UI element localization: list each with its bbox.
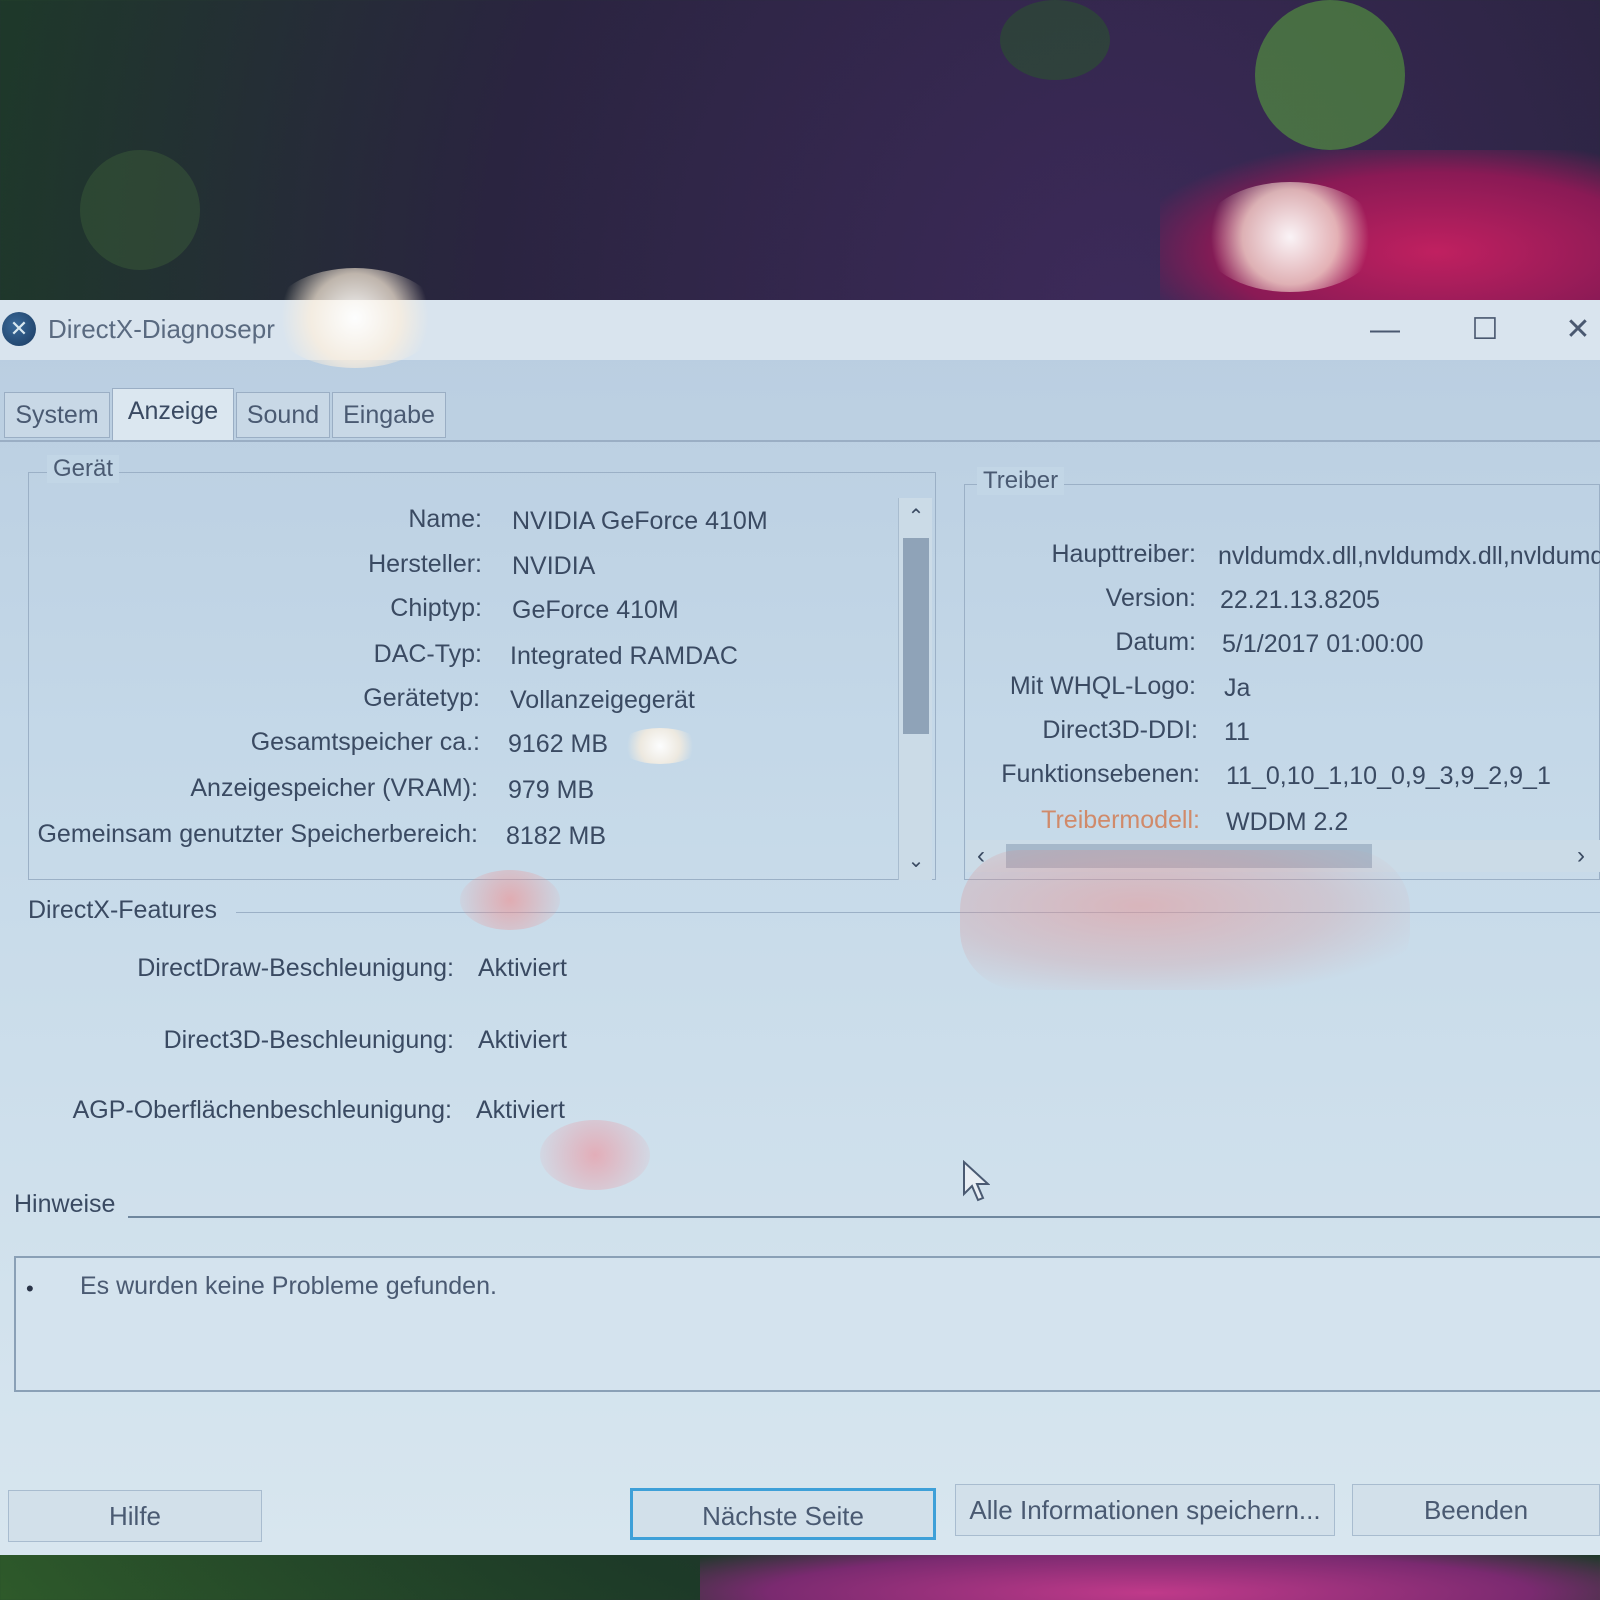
main-driver-label: Haupttreiber: xyxy=(1051,540,1196,568)
direct3d-ddi-value: 11 xyxy=(1224,718,1250,746)
tab-system[interactable]: System xyxy=(4,392,110,438)
window-title: DirectX-Diagnosepr xyxy=(48,314,275,344)
bullet-icon: • xyxy=(26,1276,34,1301)
background-bokeh xyxy=(1255,0,1405,150)
directx-features-title: DirectX-Features xyxy=(28,896,217,924)
direct3d-accel-value: Aktiviert xyxy=(478,1026,567,1054)
scroll-right-icon[interactable]: › xyxy=(1566,840,1596,872)
device-type-value: Vollanzeigegerät xyxy=(510,686,695,714)
driver-version-value: 22.21.13.8205 xyxy=(1220,586,1380,614)
whql-logo-value: Ja xyxy=(1224,674,1251,702)
minimize-button[interactable]: — xyxy=(1355,310,1415,350)
device-name-label: Name: xyxy=(408,505,482,533)
section-divider xyxy=(128,1216,1600,1218)
device-group: Gerät xyxy=(28,455,936,880)
shared-memory-label: Gemeinsam genutzter Speicherbereich: xyxy=(37,820,478,848)
device-group-legend: Gerät xyxy=(47,455,120,483)
vram-label: Anzeigespeicher (VRAM): xyxy=(190,774,478,802)
dac-type-label: DAC-Typ: xyxy=(373,640,482,668)
total-memory-label: Gesamtspeicher ca.: xyxy=(250,728,480,756)
tab-panel-divider xyxy=(0,440,1600,442)
direct3d-ddi-label: Direct3D-DDI: xyxy=(1042,716,1198,744)
screen-glare xyxy=(620,728,700,764)
finger-reflection xyxy=(460,870,560,930)
maximize-button[interactable]: ☐ xyxy=(1455,310,1515,350)
mouse-cursor-icon xyxy=(963,1160,990,1202)
driver-model-value: WDDM 2.2 xyxy=(1226,808,1349,836)
vram-value: 979 MB xyxy=(508,776,595,804)
main-driver-value: nvldumdx.dll,nvldumdx.dll,nvldumd xyxy=(1218,542,1600,570)
finger-reflection xyxy=(540,1120,650,1190)
chip-type-value: GeForce 410M xyxy=(512,596,679,624)
help-button[interactable]: Hilfe xyxy=(8,1490,262,1542)
screen-glare xyxy=(270,268,440,368)
feature-levels-label: Funktionsebenen: xyxy=(1001,760,1200,788)
tab-eingabe[interactable]: Eingabe xyxy=(332,392,446,438)
agp-accel-label: AGP-Oberflächenbeschleunigung: xyxy=(72,1096,452,1124)
directdraw-label: DirectDraw-Beschleunigung: xyxy=(137,954,454,982)
driver-version-label: Version: xyxy=(1105,584,1196,612)
screen-glare xyxy=(1200,182,1380,292)
exit-button[interactable]: Beenden xyxy=(1352,1484,1600,1536)
tab-sound[interactable]: Sound xyxy=(236,392,330,438)
feature-levels-value: 11_0,10_1,10_0,9_3,9_2,9_1 xyxy=(1226,762,1551,790)
close-button[interactable]: ✕ xyxy=(1548,310,1600,350)
next-page-button[interactable]: Nächste Seite xyxy=(630,1488,936,1540)
device-type-label: Gerätetyp: xyxy=(363,684,480,712)
manufacturer-label: Hersteller: xyxy=(368,550,482,578)
notes-box[interactable]: • Es wurden keine Probleme gefunden. xyxy=(14,1256,1600,1392)
direct3d-accel-label: Direct3D-Beschleunigung: xyxy=(163,1026,454,1054)
background-bokeh xyxy=(80,150,200,270)
scrollbar-thumb[interactable] xyxy=(903,538,929,734)
total-memory-value: 9162 MB xyxy=(508,730,609,758)
notes-title: Hinweise xyxy=(14,1190,116,1218)
agp-accel-value: Aktiviert xyxy=(476,1096,565,1124)
whql-logo-label: Mit WHQL-Logo: xyxy=(1009,672,1196,700)
title-bar[interactable]: ✕ DirectX-Diagnosepr — ☐ ✕ xyxy=(0,300,1600,360)
directdraw-value: Aktiviert xyxy=(478,954,567,982)
driver-date-label: Datum: xyxy=(1115,628,1196,656)
driver-group-legend: Treiber xyxy=(977,467,1065,495)
hand-reflection xyxy=(960,850,1410,990)
save-all-info-button[interactable]: Alle Informationen speichern... xyxy=(955,1484,1335,1536)
directx-icon: ✕ xyxy=(2,312,36,346)
device-vertical-scrollbar[interactable]: ⌃ ⌄ xyxy=(898,498,932,880)
driver-date-value: 5/1/2017 01:00:00 xyxy=(1222,630,1424,658)
tab-anzeige[interactable]: Anzeige xyxy=(112,388,234,440)
device-name-value: NVIDIA GeForce 410M xyxy=(512,507,768,535)
background-bokeh xyxy=(1000,0,1110,80)
shared-memory-value: 8182 MB xyxy=(506,822,607,850)
manufacturer-value: NVIDIA xyxy=(512,552,596,580)
notes-item: Es wurden keine Probleme gefunden. xyxy=(80,1272,497,1300)
dac-type-value: Integrated RAMDAC xyxy=(510,642,738,670)
chip-type-label: Chiptyp: xyxy=(390,594,482,622)
driver-model-label: Treibermodell: xyxy=(1041,806,1200,834)
scroll-up-icon[interactable]: ⌃ xyxy=(899,502,933,532)
scroll-down-icon[interactable]: ⌄ xyxy=(899,846,933,876)
